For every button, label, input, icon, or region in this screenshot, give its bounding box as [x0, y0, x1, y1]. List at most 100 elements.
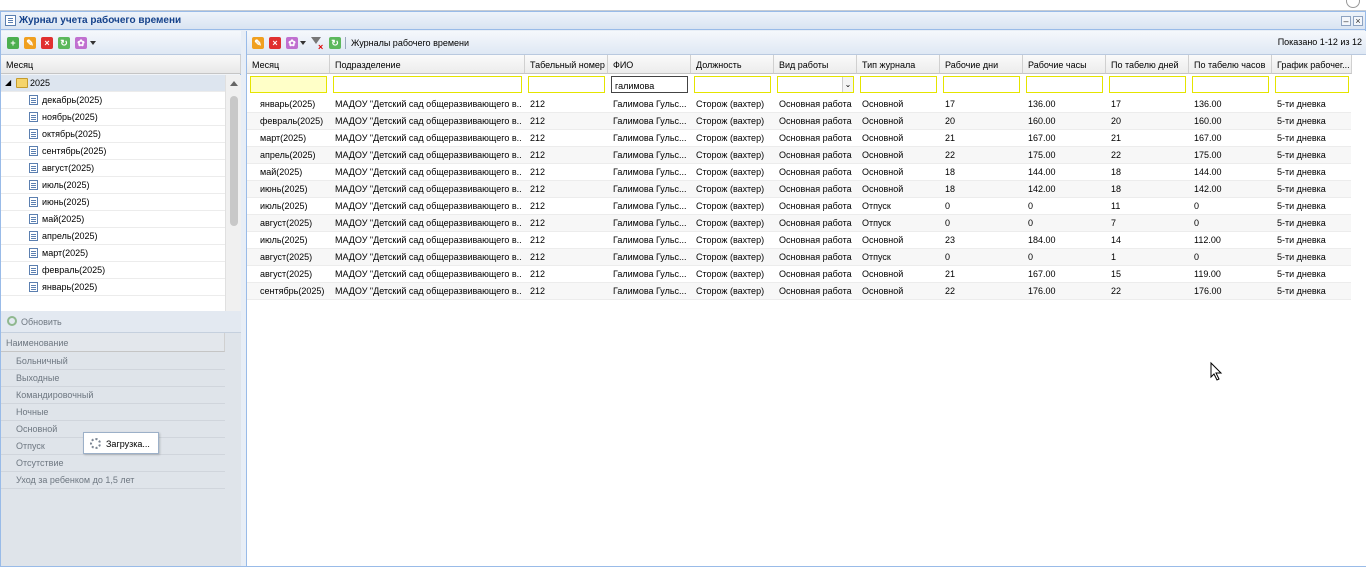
tree-item-month[interactable]: апрель(2025)	[1, 228, 225, 245]
name-item[interactable]: Больничный	[1, 353, 225, 370]
column-filter-input[interactable]	[528, 76, 605, 93]
column-header[interactable]: По табелю дней	[1106, 55, 1189, 74]
dropdown-arrow-icon[interactable]	[300, 41, 306, 45]
table-cell: Основной	[862, 167, 904, 177]
scroll-thumb[interactable]	[230, 96, 238, 226]
table-row[interactable]: август(2025) МАДОУ "Детский сад общеразви…	[247, 266, 1351, 283]
chevron-down-icon[interactable]: ⌄	[842, 77, 853, 92]
tree-item-month[interactable]: август(2025)	[1, 160, 225, 177]
table-row[interactable]: июль(2025) МАДОУ "Детский сад общеразвива…	[247, 232, 1351, 249]
column-header[interactable]: График рабочег...	[1272, 55, 1352, 74]
month-column-header[interactable]: Месяц	[1, 55, 241, 74]
tree-item-label: декабрь(2025)	[42, 95, 103, 105]
tree-item-month[interactable]: декабрь(2025)	[1, 92, 225, 109]
delete-button[interactable]: ×	[269, 37, 281, 49]
name-item[interactable]: Уход за ребенком до 1,5 лет	[1, 472, 225, 489]
table-row[interactable]: июль(2025) МАДОУ "Детский сад общеразвива…	[247, 198, 1351, 215]
settings-button[interactable]: ✿	[286, 37, 298, 49]
right-panel: ✎ × ✿ × ↻ Журналы рабочего времени Показ…	[246, 31, 1366, 566]
column-filter-input[interactable]	[1275, 76, 1349, 93]
expand-icon[interactable]: ◢	[5, 78, 11, 87]
dropdown-arrow-icon[interactable]	[90, 41, 96, 45]
column-header[interactable]: Месяц	[247, 55, 330, 74]
column-filter-input[interactable]	[1109, 76, 1186, 93]
tree-item-month[interactable]: март(2025)	[1, 245, 225, 262]
column-header[interactable]: Вид работы	[774, 55, 857, 74]
name-item[interactable]: Командировочный	[1, 387, 225, 404]
table-cell: МАДОУ "Детский сад общеразвивающего в...	[335, 269, 522, 279]
table-cell: 5-ти дневка	[1277, 235, 1326, 245]
table-cell: Основная работа	[779, 133, 852, 143]
table-cell: Галимова Гульс...	[613, 201, 687, 211]
column-filter-input[interactable]	[943, 76, 1020, 93]
table-cell: 18	[945, 167, 956, 177]
column-filter-input[interactable]	[1192, 76, 1269, 93]
refresh-button[interactable]: ↻	[329, 37, 341, 49]
column-header[interactable]: ФИО	[608, 55, 691, 74]
table-cell: 0	[1194, 218, 1200, 228]
delete-button[interactable]: ×	[41, 37, 53, 49]
tree-root-2025[interactable]: ◢ 2025	[1, 75, 225, 92]
close-icon[interactable]: ×	[1353, 16, 1363, 26]
tree-item-month[interactable]: июль(2025)	[1, 177, 225, 194]
column-header[interactable]: Тип журнала	[857, 55, 940, 74]
column-filter-input[interactable]	[860, 76, 937, 93]
edit-button[interactable]: ✎	[252, 37, 264, 49]
column-header[interactable]: Рабочие дни	[940, 55, 1023, 74]
refresh-link[interactable]: Обновить	[21, 317, 62, 327]
journal-icon	[29, 282, 38, 292]
table-row[interactable]: январь(2025) МАДОУ "Детский сад общеразви…	[247, 96, 1351, 113]
table-cell: апрель(2025)	[260, 150, 316, 160]
clear-filter-icon[interactable]: ×	[311, 37, 323, 52]
refresh-bar: Обновить	[1, 311, 241, 333]
name-item[interactable]: Отсутствие	[1, 455, 225, 472]
table-cell: 212	[530, 116, 546, 126]
table-cell: январь(2025)	[260, 99, 316, 109]
edit-button[interactable]: ✎	[24, 37, 36, 49]
table-row[interactable]: март(2025) МАДОУ "Детский сад общеразвива…	[247, 130, 1351, 147]
journal-icon	[29, 146, 38, 156]
table-row[interactable]: май(2025) МАДОУ "Детский сад общеразвиваю…	[247, 164, 1351, 181]
names-column-header[interactable]: Наименование	[1, 333, 225, 352]
table-row[interactable]: август(2025) МАДОУ "Детский сад общеразви…	[247, 215, 1351, 232]
table-cell: МАДОУ "Детский сад общеразвивающего в...	[335, 286, 522, 296]
column-filter-input[interactable]	[694, 76, 771, 93]
fio-filter-input[interactable]	[611, 76, 688, 93]
column-header[interactable]: Должность	[691, 55, 774, 74]
tree-scrollbar[interactable]	[225, 75, 241, 327]
column-header[interactable]: Рабочие часы	[1023, 55, 1106, 74]
table-cell: МАДОУ "Детский сад общеразвивающего в...	[335, 150, 522, 160]
settings-button[interactable]: ✿	[75, 37, 87, 49]
refresh-button[interactable]: ↻	[58, 37, 70, 49]
table-cell: 5-ти дневка	[1277, 252, 1326, 262]
tree-item-month[interactable]: январь(2025)	[1, 279, 225, 296]
column-header[interactable]: По табелю часов	[1189, 55, 1272, 74]
column-header[interactable]: Подразделение	[330, 55, 525, 74]
table-row[interactable]: февраль(2025) МАДОУ "Детский сад общеразв…	[247, 113, 1351, 130]
table-row[interactable]: апрель(2025) МАДОУ "Детский сад общеразви…	[247, 147, 1351, 164]
tree-item-month[interactable]: май(2025)	[1, 211, 225, 228]
column-filter-input[interactable]	[250, 76, 327, 93]
name-item[interactable]: Выходные	[1, 370, 225, 387]
tree-item-month[interactable]: октябрь(2025)	[1, 126, 225, 143]
table-cell: Сторож (вахтер)	[696, 99, 765, 109]
table-row[interactable]: август(2025) МАДОУ "Детский сад общеразви…	[247, 249, 1351, 266]
table-cell: июль(2025)	[260, 201, 308, 211]
minimize-icon[interactable]: –	[1341, 16, 1351, 26]
table-cell: 18	[1111, 167, 1122, 177]
tree-item-month[interactable]: ноябрь(2025)	[1, 109, 225, 126]
name-item[interactable]: Ночные	[1, 404, 225, 421]
column-filter-input[interactable]	[333, 76, 522, 93]
column-filter-input[interactable]	[1026, 76, 1103, 93]
table-cell: июль(2025)	[260, 235, 308, 245]
table-row[interactable]: июнь(2025) МАДОУ "Детский сад общеразвива…	[247, 181, 1351, 198]
tree-item-month[interactable]: сентябрь(2025)	[1, 143, 225, 160]
column-header[interactable]: Табельный номер	[525, 55, 608, 74]
table-row[interactable]: сентябрь(2025) МАДОУ "Детский сад общераз…	[247, 283, 1351, 300]
tree-item-month[interactable]: февраль(2025)	[1, 262, 225, 279]
add-button[interactable]: +	[7, 37, 19, 49]
scroll-up-icon[interactable]	[230, 81, 238, 86]
table-cell: 0	[945, 218, 951, 228]
table-cell: 20	[1111, 116, 1122, 126]
tree-item-month[interactable]: июнь(2025)	[1, 194, 225, 211]
